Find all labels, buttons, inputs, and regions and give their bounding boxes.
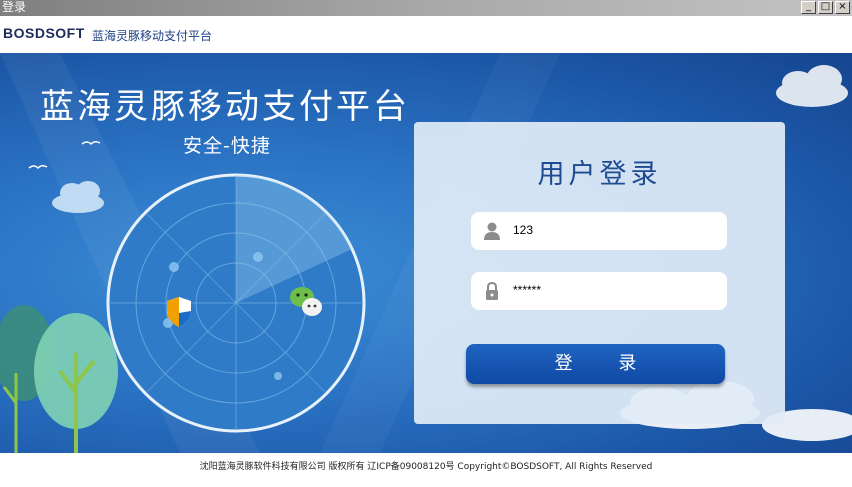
username-field[interactable]: 123 bbox=[471, 212, 727, 250]
window-title: 登录 bbox=[2, 0, 27, 14]
footer: 沈阳蓝海灵豚软件科技有限公司 版权所有 辽ICP备09008120号 Copyr… bbox=[0, 453, 852, 487]
brand-header: BOSDSOFT 蓝海灵豚移动支付平台 bbox=[0, 16, 852, 53]
hero-subtitle: 安全-快捷 bbox=[183, 135, 271, 157]
radar-graphic bbox=[106, 173, 366, 433]
minimize-button[interactable]: _ bbox=[801, 1, 816, 14]
footer-copyright: 沈阳蓝海灵豚软件科技有限公司 版权所有 辽ICP备09008120号 Copyr… bbox=[199, 462, 653, 472]
lock-icon bbox=[486, 281, 498, 300]
hero-title: 蓝海灵豚移动支付平台 bbox=[40, 87, 410, 127]
login-title: 用户登录 bbox=[537, 159, 662, 190]
window-controls: _ □ × bbox=[801, 1, 850, 14]
username-value: 123 bbox=[513, 223, 534, 237]
brand-app-name: 蓝海灵豚移动支付平台 bbox=[92, 29, 213, 43]
hero-banner: 蓝海灵豚移动支付平台 安全-快捷 用户登录 123 ****** 登 录 bbox=[0, 53, 852, 453]
user-icon bbox=[484, 222, 500, 240]
maximize-button[interactable]: □ bbox=[818, 1, 833, 14]
close-button[interactable]: × bbox=[835, 1, 850, 14]
password-field[interactable]: ****** bbox=[471, 272, 727, 310]
brand-logo: BOSDSOFT bbox=[3, 25, 85, 41]
password-value: ****** bbox=[513, 283, 542, 297]
login-panel: 用户登录 123 ****** 登 录 bbox=[414, 122, 785, 424]
login-button[interactable]: 登 录 bbox=[466, 344, 725, 384]
window-titlebar[interactable]: 登录 _ □ × bbox=[0, 0, 852, 16]
